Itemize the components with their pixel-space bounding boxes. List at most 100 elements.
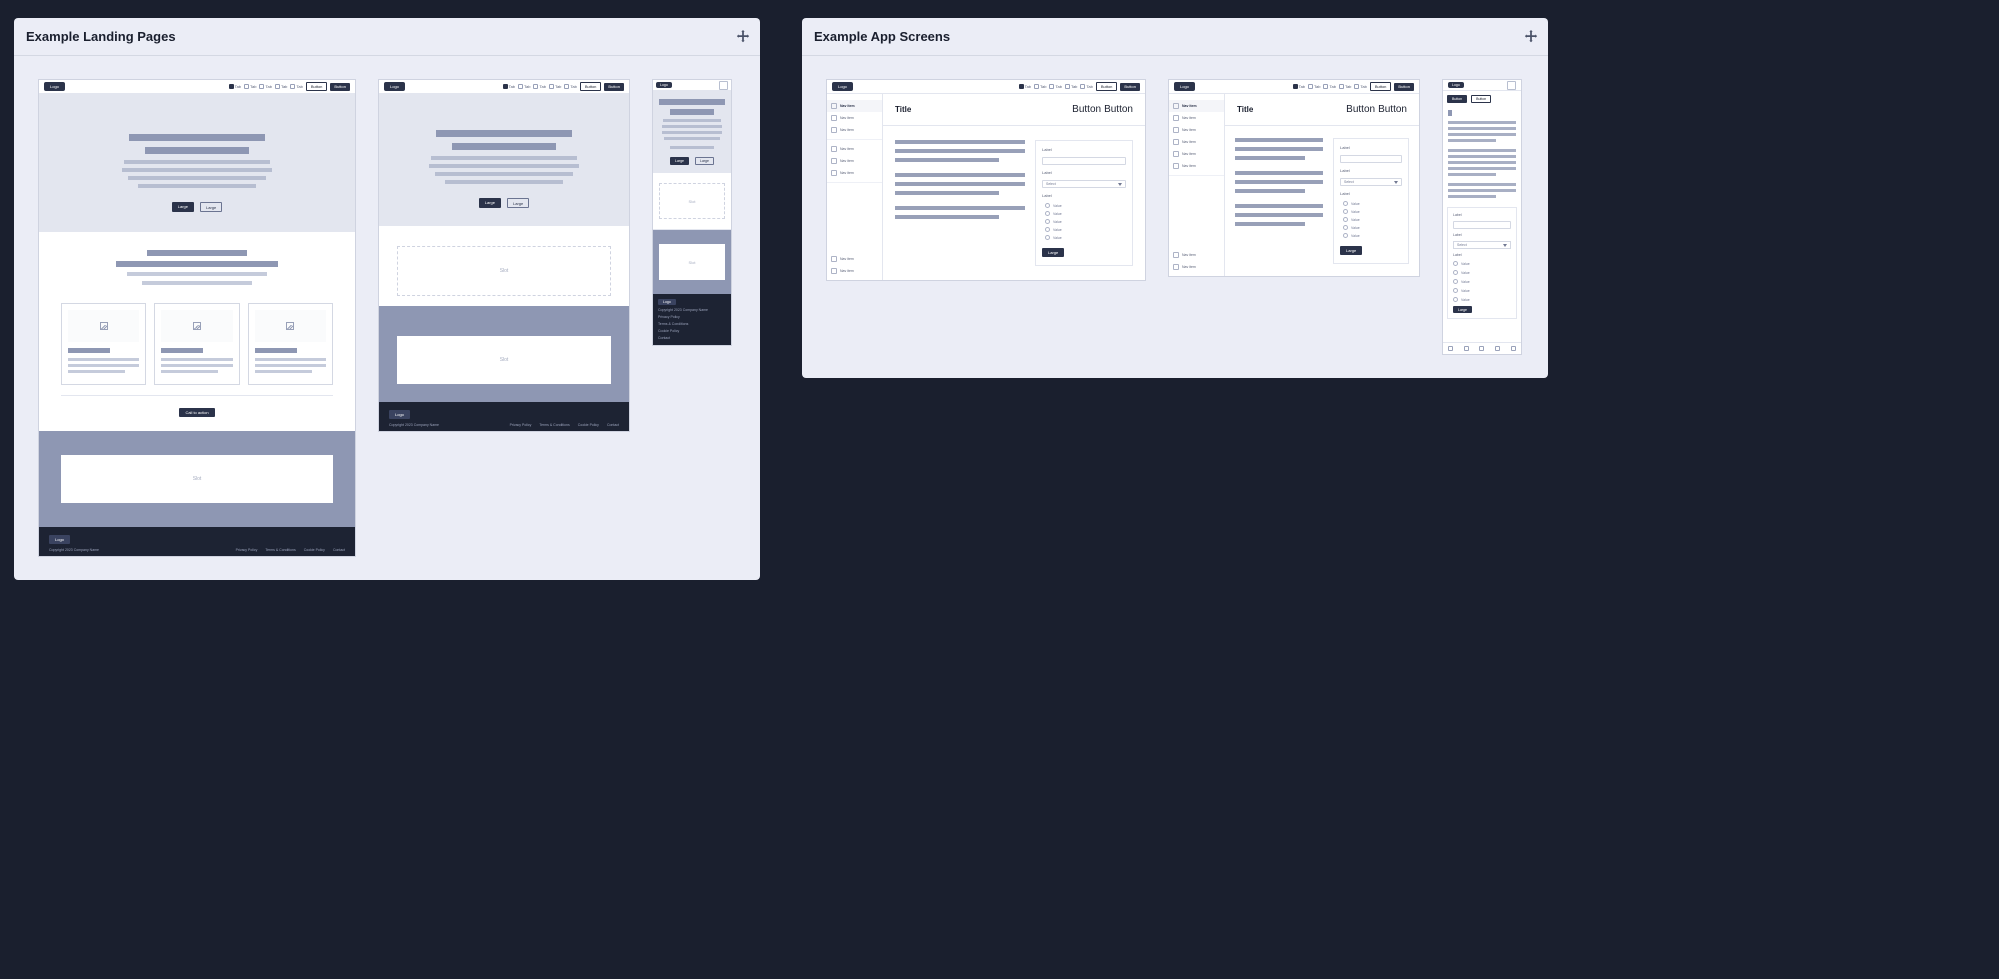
footer-link[interactable]: Privacy Policy [510, 423, 532, 427]
feature-card[interactable] [61, 303, 146, 385]
nav-tab[interactable]: Tab [518, 84, 530, 89]
nav-tab[interactable]: Tab [275, 84, 287, 89]
footer-link[interactable]: Contact [607, 423, 619, 427]
submit-button[interactable]: Large [1340, 246, 1362, 255]
radio-option[interactable]: Value [1343, 201, 1402, 206]
slot[interactable]: Slot [659, 244, 725, 280]
nav-tab[interactable]: Tab [503, 84, 515, 89]
sidebar-item[interactable]: Nav item [827, 143, 882, 155]
nav-tab[interactable]: Tab [533, 84, 545, 89]
text-input[interactable] [1453, 221, 1511, 229]
radio-option[interactable]: Value [1343, 209, 1402, 214]
bottom-nav-item[interactable] [1495, 346, 1500, 351]
footer-logo[interactable]: Logo [658, 299, 676, 305]
nav-button-outline[interactable]: Button [306, 82, 328, 91]
footer-link[interactable]: Terms & Conditions [658, 322, 726, 326]
slot[interactable]: Slot [61, 455, 333, 503]
nav-button-solid[interactable]: Button [1394, 83, 1414, 91]
nav-tab[interactable]: Tab [244, 84, 256, 89]
radio-option[interactable]: Value [1045, 203, 1126, 208]
select-input[interactable]: Select [1453, 241, 1511, 249]
sidebar-item[interactable]: Nav item [1169, 100, 1224, 112]
hero-primary-button[interactable]: Large [479, 198, 501, 208]
text-input[interactable] [1340, 155, 1402, 163]
sidebar-item[interactable]: Nav item [1169, 136, 1224, 148]
footer-link[interactable]: Cookie Policy [658, 329, 726, 333]
header-button-outline[interactable]: Button [1072, 104, 1101, 115]
header-button-outline[interactable]: Button [1346, 104, 1375, 115]
footer-link[interactable]: Privacy Policy [236, 548, 258, 552]
footer-logo[interactable]: Logo [49, 535, 70, 544]
nav-tab[interactable]: Tab [1049, 84, 1061, 89]
hero-secondary-button[interactable]: Large [507, 198, 529, 208]
header-button-solid[interactable]: Button [1104, 104, 1133, 115]
logo[interactable]: Logo [656, 82, 672, 88]
footer-link[interactable]: Privacy Policy [658, 315, 726, 319]
nav-button-solid[interactable]: Button [604, 83, 624, 91]
artboard-app-tablet[interactable]: Logo Tab Tab Tab Tab Tab Button Button N… [1168, 79, 1420, 277]
nav-tab[interactable]: Tab [564, 84, 576, 89]
sidebar-item[interactable]: Nav item [1169, 112, 1224, 124]
radio-option[interactable]: Value [1453, 270, 1511, 275]
submit-button[interactable]: Large [1042, 248, 1064, 257]
sidebar-item[interactable]: Nav item [1169, 249, 1224, 261]
nav-button-solid[interactable]: Button [330, 83, 350, 91]
radio-option[interactable]: Value [1343, 217, 1402, 222]
sidebar-item[interactable]: Nav item [827, 124, 882, 136]
action-button-outline[interactable]: Button [1471, 95, 1491, 103]
nav-tab[interactable]: Tab [549, 84, 561, 89]
text-input[interactable] [1042, 157, 1126, 165]
artboard-landing-desktop[interactable]: Logo Tab Tab Tab Tab Tab Button Button L… [38, 79, 356, 557]
move-icon[interactable] [736, 30, 750, 44]
radio-option[interactable]: Value [1453, 297, 1511, 302]
feature-card[interactable] [154, 303, 239, 385]
footer-link[interactable]: Terms & Conditions [539, 423, 569, 427]
select-input[interactable]: Select [1042, 180, 1126, 188]
artboard-app-mobile[interactable]: Logo Button Button Label Label Select La… [1442, 79, 1522, 355]
bottom-nav-item[interactable] [1479, 346, 1484, 351]
select-input[interactable]: Select [1340, 178, 1402, 186]
sidebar-item[interactable]: Nav item [827, 265, 882, 277]
sidebar-item[interactable]: Nav item [1169, 160, 1224, 172]
action-button-solid[interactable]: Button [1447, 95, 1467, 103]
footer-link[interactable]: Terms & Conditions [265, 548, 295, 552]
artboard-landing-tablet[interactable]: Logo Tab Tab Tab Tab Tab Button Button L… [378, 79, 630, 432]
move-icon[interactable] [1524, 30, 1538, 44]
nav-button-outline[interactable]: Button [1096, 82, 1118, 91]
slot[interactable]: Slot [659, 183, 725, 219]
hero-primary-button[interactable]: Large [670, 157, 689, 165]
sidebar-item[interactable]: Nav item [827, 253, 882, 265]
nav-tab[interactable]: Tab [1323, 84, 1335, 89]
nav-tab[interactable]: Tab [1034, 84, 1046, 89]
bottom-nav-item[interactable] [1464, 346, 1469, 351]
hero-primary-button[interactable]: Large [172, 202, 194, 212]
radio-option[interactable]: Value [1343, 225, 1402, 230]
radio-option[interactable]: Value [1045, 211, 1126, 216]
logo[interactable]: Logo [1448, 82, 1464, 88]
sidebar-item[interactable]: Nav item [827, 112, 882, 124]
footer-link[interactable]: Cookie Policy [304, 548, 325, 552]
nav-button-outline[interactable]: Button [580, 82, 602, 91]
logo[interactable]: Logo [1174, 82, 1195, 91]
nav-tab[interactable]: Tab [1293, 84, 1305, 89]
bottom-nav-item[interactable] [1511, 346, 1516, 351]
slot[interactable]: Slot [397, 336, 611, 384]
feature-card[interactable] [248, 303, 333, 385]
nav-button-solid[interactable]: Button [1120, 83, 1140, 91]
menu-icon[interactable] [1507, 81, 1516, 90]
sidebar-item[interactable]: Nav item [827, 167, 882, 179]
radio-option[interactable]: Value [1343, 233, 1402, 238]
radio-option[interactable]: Value [1453, 288, 1511, 293]
sidebar-item[interactable]: Nav item [1169, 148, 1224, 160]
logo[interactable]: Logo [384, 82, 405, 91]
hero-secondary-button[interactable]: Large [695, 157, 714, 165]
nav-tab[interactable]: Tab [1339, 84, 1351, 89]
sidebar-item[interactable]: Nav item [827, 100, 882, 112]
radio-option[interactable]: Value [1453, 279, 1511, 284]
logo[interactable]: Logo [44, 82, 65, 91]
bottom-nav-item[interactable] [1448, 346, 1453, 351]
footer-logo[interactable]: Logo [389, 410, 410, 419]
nav-tab[interactable]: Tab [1019, 84, 1031, 89]
nav-tab[interactable]: Tab [1065, 84, 1077, 89]
nav-tab[interactable]: Tab [1354, 84, 1366, 89]
